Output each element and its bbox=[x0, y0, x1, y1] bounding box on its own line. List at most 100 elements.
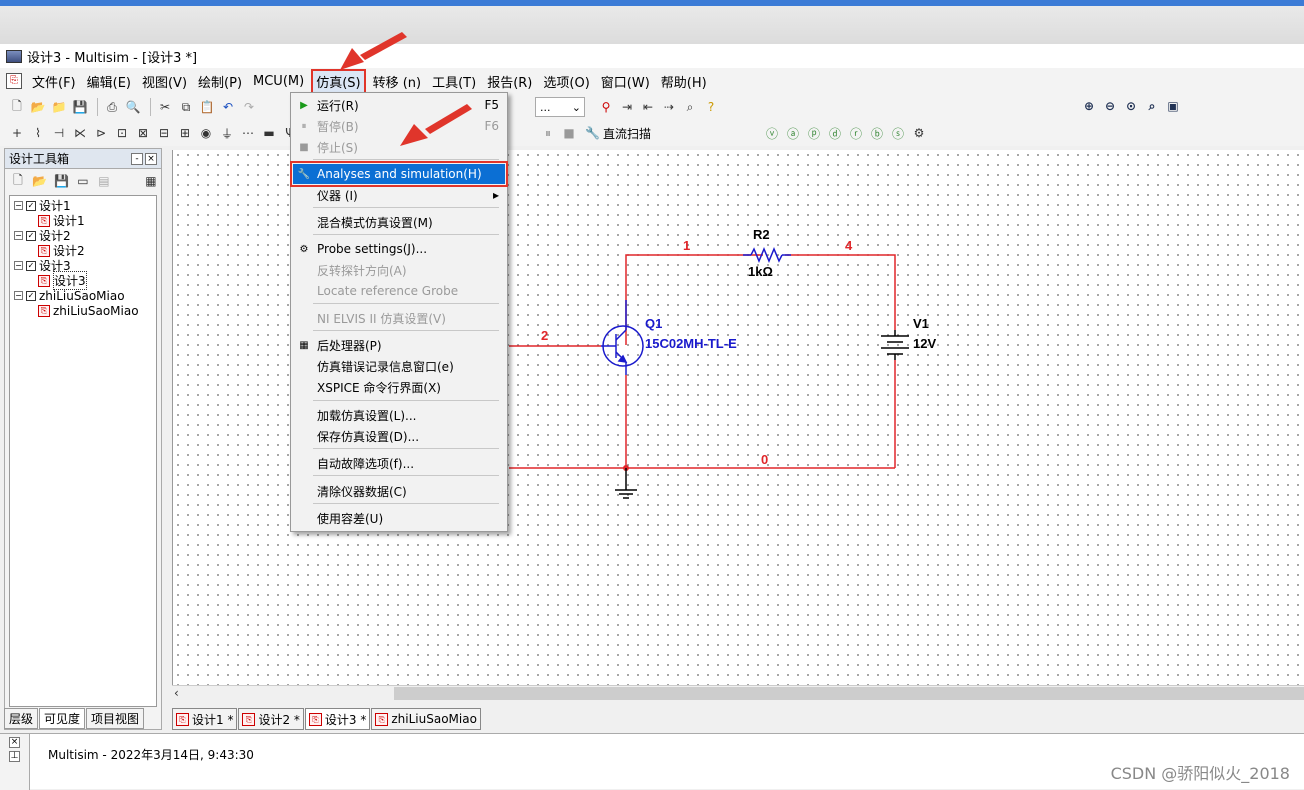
probe-ref-icon[interactable]: ⓡ bbox=[847, 124, 865, 142]
zoom-out-icon[interactable]: ⊖ bbox=[1101, 97, 1119, 115]
redo-icon[interactable]: ↷ bbox=[240, 98, 258, 116]
menu-item-locate-reference[interactable]: Locate reference Grobe bbox=[293, 281, 505, 301]
tab-design2[interactable]: ⎘ 设计2 * bbox=[238, 708, 304, 730]
menu-item-clear-data[interactable]: 清除仪器数据(C) bbox=[293, 481, 505, 501]
find-icon[interactable]: ⌕ bbox=[681, 98, 699, 116]
source-icon[interactable]: + bbox=[8, 124, 26, 142]
print-icon[interactable]: ⎙ bbox=[103, 98, 121, 116]
probe-digital-icon[interactable]: ⓑ bbox=[868, 124, 886, 142]
tab-design3[interactable]: ⎘ 设计3 * bbox=[304, 708, 371, 730]
dc-sweep-button[interactable]: 🔧 直流扫描 bbox=[585, 125, 651, 142]
menu-transfer[interactable]: 转移 (n) bbox=[369, 69, 426, 94]
copy-icon[interactable]: ⧉ bbox=[177, 98, 195, 116]
peripheral-icon[interactable]: ▬ bbox=[260, 124, 278, 142]
collapse-icon[interactable]: − bbox=[14, 291, 23, 300]
zoom-in-icon[interactable]: ⊕ bbox=[1080, 97, 1098, 115]
menu-item-xspice[interactable]: XSPICE 命令行界面(X) bbox=[293, 377, 505, 397]
checkbox-icon[interactable]: ✓ bbox=[26, 200, 36, 211]
delete-design-icon[interactable]: ▤ bbox=[97, 172, 111, 190]
new-file-icon[interactable]: 🗋 bbox=[8, 98, 26, 116]
scrollbar-thumb[interactable] bbox=[394, 687, 1304, 700]
diode-icon[interactable]: ⊣ bbox=[50, 124, 68, 142]
menu-options[interactable]: 选项(O) bbox=[539, 69, 593, 94]
tree-node-design1[interactable]: − ✓ 设计1 bbox=[14, 198, 152, 213]
save-design-icon[interactable]: 💾 bbox=[54, 172, 69, 190]
menu-item-pause[interactable]: ⏸ 暂停(B) F6 bbox=[293, 116, 505, 136]
zoom-area-icon[interactable]: ⊙ bbox=[1122, 97, 1140, 115]
tree-child-design1[interactable]: ⎘ 设计1 bbox=[14, 213, 152, 228]
menu-item-stop[interactable]: ■ 停止(S) bbox=[293, 137, 505, 157]
menu-window[interactable]: 窗口(W) bbox=[597, 69, 654, 94]
menu-edit[interactable]: 编辑(E) bbox=[83, 69, 135, 94]
tab-zhiliusaomiao[interactable]: ⎘ zhiLiuSaoMiao bbox=[371, 708, 481, 730]
menu-item-load-settings[interactable]: 加载仿真设置(L)... bbox=[293, 405, 505, 425]
indicator-icon[interactable]: ◉ bbox=[197, 124, 215, 142]
save-icon[interactable]: 💾 bbox=[71, 98, 89, 116]
stop-sim-icon[interactable]: ■ bbox=[560, 124, 578, 142]
close-design-icon[interactable]: ▭ bbox=[76, 172, 90, 190]
menu-item-error-log[interactable]: 仿真错误记录信息窗口(e) bbox=[293, 356, 505, 376]
probe-power-icon[interactable]: ⓟ bbox=[805, 124, 823, 142]
menu-item-instruments[interactable]: 仪器 (I) ▸ bbox=[293, 185, 505, 205]
menu-item-mixed-mode[interactable]: 混合模式仿真设置(M) bbox=[293, 212, 505, 232]
open-samples-icon[interactable]: 📁 bbox=[50, 98, 68, 116]
scroll-left-icon[interactable]: ‹ bbox=[174, 686, 179, 700]
menu-place[interactable]: 绘制(P) bbox=[194, 69, 246, 94]
checkbox-icon[interactable]: ✓ bbox=[26, 230, 36, 241]
close-icon[interactable]: × bbox=[9, 737, 20, 748]
properties-icon[interactable]: ▦ bbox=[144, 172, 158, 190]
new-design-icon[interactable]: 🗋 bbox=[11, 172, 25, 190]
menu-item-reverse-probe[interactable]: 反转探针方向(A) bbox=[293, 260, 505, 280]
menu-file[interactable]: 文件(F) bbox=[28, 69, 80, 94]
checkbox-icon[interactable]: ✓ bbox=[26, 260, 36, 271]
menu-item-probe-settings[interactable]: ⚙ Probe settings(J)... bbox=[293, 239, 505, 259]
tab-visibility[interactable]: 可见度 bbox=[39, 708, 86, 729]
collapse-icon[interactable]: − bbox=[14, 261, 23, 270]
print-preview-icon[interactable]: 🔍 bbox=[124, 98, 142, 116]
collapse-icon[interactable]: − bbox=[14, 231, 23, 240]
cut-icon[interactable]: ✂ bbox=[156, 98, 174, 116]
menu-simulate[interactable]: 仿真(S) bbox=[311, 68, 366, 94]
menu-help[interactable]: 帮助(H) bbox=[657, 69, 711, 94]
misc-digital-icon[interactable]: ⊟ bbox=[155, 124, 173, 142]
bus-dropdown-icon[interactable]: ⇤ bbox=[639, 98, 657, 116]
checkbox-icon[interactable]: ✓ bbox=[26, 290, 36, 301]
pin-icon[interactable]: - bbox=[131, 152, 143, 165]
analog-icon[interactable]: ⊳ bbox=[92, 124, 110, 142]
open-folder-icon[interactable]: 📂 bbox=[29, 98, 47, 116]
menu-item-tolerance[interactable]: 使用容差(U) bbox=[293, 508, 505, 528]
menu-item-analyses-simulation[interactable]: 🔧 Analyses and simulation(H) bbox=[290, 161, 508, 187]
pin-icon[interactable]: ⊥ bbox=[9, 751, 20, 762]
tree-child-design2[interactable]: ⎘ 设计2 bbox=[14, 243, 152, 258]
tree-node-design2[interactable]: − ✓ 设计2 bbox=[14, 228, 152, 243]
full-screen-icon[interactable]: ▣ bbox=[1164, 97, 1182, 115]
menu-item-ni-elvis[interactable]: NI ELVIS II 仿真设置(V) bbox=[293, 308, 505, 328]
tree-child-design3[interactable]: ⎘ 设计3 bbox=[14, 271, 152, 290]
tree-child-zhiliusaomiao[interactable]: ⎘ zhiLiuSaoMiao bbox=[14, 303, 152, 318]
basic-icon[interactable]: ⌇ bbox=[29, 124, 47, 142]
probe-icon[interactable]: ⚲ bbox=[597, 98, 615, 116]
menu-reports[interactable]: 报告(R) bbox=[483, 69, 536, 94]
horizontal-scrollbar[interactable]: ‹ bbox=[172, 685, 1304, 701]
menu-mcu[interactable]: MCU(M) bbox=[249, 71, 308, 92]
menu-tools[interactable]: 工具(T) bbox=[428, 69, 480, 94]
tab-design1[interactable]: ⎘ 设计1 * bbox=[172, 708, 238, 730]
wire-dropdown-icon[interactable]: ⇥ bbox=[618, 98, 636, 116]
menu-item-run[interactable]: ▶ 运行(R) F5 bbox=[293, 95, 505, 115]
transistor-icon[interactable]: ⋉ bbox=[71, 124, 89, 142]
zoom-sheet-icon[interactable]: ⌕ bbox=[1143, 97, 1161, 115]
menu-item-save-settings[interactable]: 保存仿真设置(D)... bbox=[293, 426, 505, 446]
paste-icon[interactable]: 📋 bbox=[198, 98, 216, 116]
ttl-icon[interactable]: ⊡ bbox=[113, 124, 131, 142]
in-use-list-combo[interactable]: ... ⌄ bbox=[535, 97, 585, 117]
close-icon[interactable]: × bbox=[145, 152, 157, 165]
probe-diff-icon[interactable]: ⓓ bbox=[826, 124, 844, 142]
collapse-icon[interactable]: − bbox=[14, 201, 23, 210]
power-component-icon[interactable]: ⏚ bbox=[218, 124, 236, 142]
probe-voltage-icon[interactable]: ⓥ bbox=[763, 124, 781, 142]
menu-item-postprocessor[interactable]: ▦ 后处理器(P) bbox=[293, 335, 505, 355]
gear-icon[interactable]: ⚙ bbox=[910, 124, 928, 142]
open-design-icon[interactable]: 📂 bbox=[32, 172, 47, 190]
menu-view[interactable]: 视图(V) bbox=[138, 69, 191, 94]
tab-project-view[interactable]: 项目视图 bbox=[86, 708, 145, 729]
